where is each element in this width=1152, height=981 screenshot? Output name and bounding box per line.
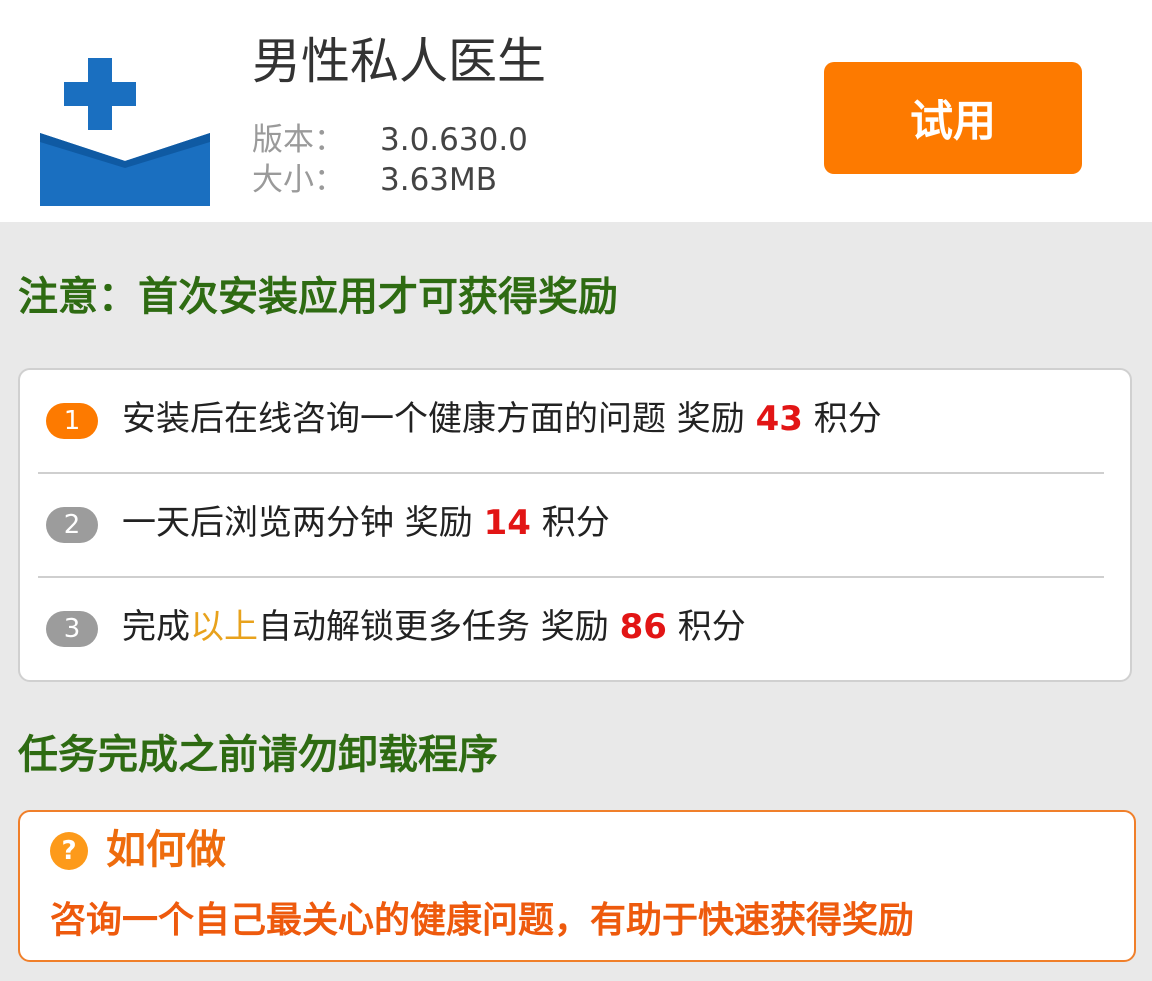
task-unit-3: 积分 — [666, 607, 746, 647]
divider — [38, 680, 1104, 682]
task-desc-2: 一天后浏览两分钟 奖励 — [122, 503, 484, 543]
task-item-1[interactable]: 1 安装后在线咨询一个健康方面的问题 奖励 43 积分 — [20, 370, 1130, 474]
how-to-title: 如何做 — [106, 827, 226, 873]
task-highlight-3: 以上 — [190, 607, 258, 647]
task-item-2[interactable]: 2 一天后浏览两分钟 奖励 14 积分 — [20, 474, 1130, 578]
task-text-3: 完成以上自动解锁更多任务 奖励 86 积分 — [122, 602, 746, 652]
task-list: 1 安装后在线咨询一个健康方面的问题 奖励 43 积分 2 一天后浏览两分钟 奖… — [18, 368, 1132, 682]
how-to-text: 咨询一个自己最关心的健康问题，有助于快速获得奖励 — [50, 900, 915, 941]
task-unit-1: 积分 — [802, 399, 882, 439]
step-badge-2: 2 — [46, 507, 98, 543]
app-name: 男性私人医生 — [252, 33, 547, 90]
app-header: 男性私人医生 版本： 3.0.630.0 大小： 3.63MB 试用 — [0, 0, 1152, 222]
task-unit-2: 积分 — [530, 503, 610, 543]
install-notice: 注意：首次安装应用才可获得奖励 — [18, 274, 618, 320]
size-value: 3.63MB — [380, 162, 498, 198]
medical-envelope-icon — [40, 58, 210, 206]
task-desc-1: 安装后在线咨询一个健康方面的问题 奖励 — [122, 399, 756, 439]
task-text-2: 一天后浏览两分钟 奖励 14 积分 — [122, 498, 610, 548]
task-points-1: 43 — [755, 399, 803, 439]
version-row: 版本： 3.0.630.0 — [252, 120, 528, 160]
size-row: 大小： 3.63MB — [252, 160, 497, 200]
task-points-2: 14 — [483, 503, 531, 543]
step-badge-1: 1 — [46, 403, 98, 439]
question-icon: ? — [50, 832, 88, 870]
try-button[interactable]: 试用 — [824, 62, 1082, 174]
task-desc-3b: 自动解锁更多任务 奖励 — [258, 607, 620, 647]
task-item-3[interactable]: 3 完成以上自动解锁更多任务 奖励 86 积分 — [20, 578, 1130, 682]
step-badge-3: 3 — [46, 611, 98, 647]
task-points-3: 86 — [619, 607, 667, 647]
version-value: 3.0.630.0 — [380, 122, 528, 158]
version-label: 版本： — [252, 122, 345, 158]
size-label: 大小： — [252, 162, 345, 198]
task-text-1: 安装后在线咨询一个健康方面的问题 奖励 43 积分 — [122, 394, 882, 444]
uninstall-warning: 任务完成之前请勿卸载程序 — [18, 732, 498, 778]
how-to-card: ? 如何做 咨询一个自己最关心的健康问题，有助于快速获得奖励 — [18, 810, 1136, 962]
task-desc-3a: 完成 — [122, 607, 190, 647]
